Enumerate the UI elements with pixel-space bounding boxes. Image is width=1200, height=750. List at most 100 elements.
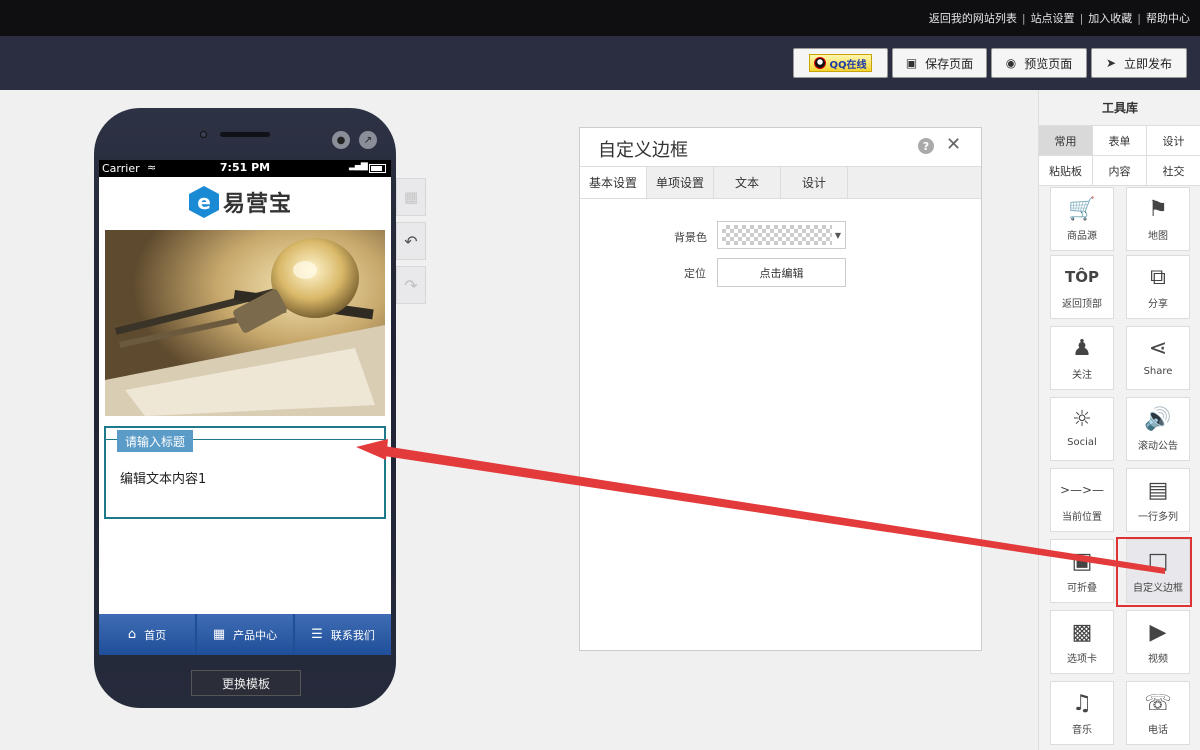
nav-contact-label: 联系我们: [330, 628, 375, 642]
preview-page-button[interactable]: ◉ 预览页面: [991, 48, 1087, 78]
tool-music[interactable]: ♫ 音乐: [1050, 681, 1114, 745]
widget-title[interactable]: 请输入标题: [117, 430, 194, 452]
position-label: 定位: [684, 267, 706, 280]
tool-share-box[interactable]: ⧉ 分享: [1126, 255, 1190, 319]
edit-position-button[interactable]: 点击编辑: [717, 258, 846, 287]
tool-scrolling-notice[interactable]: 🔊 滚动公告: [1126, 397, 1190, 461]
tool-label: Share: [1143, 366, 1173, 377]
signal-icon: ▂▄▆: [349, 161, 368, 171]
tool-label: 滚动公告: [1138, 441, 1178, 452]
annotation-highlight-box: [1116, 537, 1192, 607]
tool-collapsible[interactable]: ▣ 可折叠: [1050, 539, 1114, 603]
rss-icon: ☼: [1072, 406, 1092, 432]
top-links: 返回我的网站列表 | 站点设置 | 加入收藏 | 帮助中心: [929, 0, 1190, 36]
tab-design[interactable]: 设计: [781, 167, 848, 198]
tool-library-tabs: 常用 表单 设计 粘贴板 内容 社交: [1039, 126, 1200, 186]
background-color-label: 背景色: [674, 231, 707, 244]
list-icon: ☰: [311, 627, 323, 642]
site-logo[interactable]: e 易营宝: [189, 184, 292, 220]
tool-label: 当前位置: [1062, 512, 1102, 523]
top-icon: TÔP: [1065, 268, 1099, 286]
tool-video[interactable]: ▶ 视频: [1126, 610, 1190, 674]
preview-label: 预览页面: [1024, 56, 1073, 71]
tool-phone[interactable]: ☏ 电话: [1126, 681, 1190, 745]
chevron-down-icon: ▼: [834, 230, 841, 240]
video-icon: ▶: [1149, 619, 1167, 645]
phone-screen: Carrier ≈ 7:51 PM ▂▄▆ e 易营宝 请输入标题 编辑文本内容…: [99, 160, 391, 655]
tab-design-tools[interactable]: 设计: [1147, 126, 1200, 156]
save-page-button[interactable]: ▣ 保存页面: [892, 48, 987, 78]
tool-product-source[interactable]: 🛒 商品源: [1050, 187, 1114, 251]
tool-label: 关注: [1072, 370, 1092, 381]
close-icon[interactable]: ✕: [946, 134, 961, 155]
separator: |: [1079, 11, 1084, 25]
gallery-icon: ▦: [212, 627, 226, 642]
tool-back-to-top[interactable]: TÔP 返回顶部: [1050, 255, 1114, 319]
logo-text: 易营宝: [223, 192, 293, 217]
publish-button[interactable]: ➤ 立即发布: [1091, 48, 1187, 78]
add-favorite-link[interactable]: 加入收藏: [1088, 10, 1132, 26]
qq-online-button[interactable]: QQ在线: [793, 48, 888, 78]
nav-products[interactable]: ▦ 产品中心: [197, 614, 293, 655]
bottom-nav: ⌂ 首页 ▦ 产品中心 ☰ 联系我们: [99, 614, 391, 655]
status-bar: Carrier ≈ 7:51 PM ▂▄▆: [99, 160, 391, 177]
send-icon: ➤: [1105, 56, 1117, 70]
redo-icon[interactable]: ↷: [396, 266, 426, 304]
separator: |: [1021, 11, 1026, 25]
tool-label: 返回顶部: [1062, 299, 1102, 310]
banner-image[interactable]: [105, 230, 385, 416]
tool-share[interactable]: ⋖ Share: [1126, 326, 1190, 390]
tab-social[interactable]: 社交: [1147, 156, 1200, 186]
tool-label: 选项卡: [1067, 654, 1097, 665]
help-center-link[interactable]: 帮助中心: [1146, 10, 1190, 26]
background-color-picker[interactable]: ▼: [717, 221, 846, 249]
tab-item-settings[interactable]: 单项设置: [647, 167, 714, 198]
wechat-icon[interactable]: ●: [332, 131, 350, 149]
tool-label: Social: [1067, 437, 1097, 448]
tool-follow[interactable]: ♟ 关注: [1050, 326, 1114, 390]
tool-multi-column[interactable]: ▤ 一行多列: [1126, 468, 1190, 532]
battery-icon: [369, 164, 386, 173]
nav-products-label: 产品中心: [233, 628, 278, 642]
tab-basic-settings[interactable]: 基本设置: [580, 167, 647, 198]
eye-icon: ◉: [1005, 56, 1017, 70]
tool-tabs[interactable]: ▩ 选项卡: [1050, 610, 1114, 674]
tab-content[interactable]: 内容: [1093, 156, 1147, 186]
collapse-icon: ▣: [1071, 548, 1093, 574]
home-icon: ⌂: [127, 627, 137, 642]
publish-label: 立即发布: [1124, 56, 1173, 71]
site-settings-link[interactable]: 站点设置: [1031, 10, 1075, 26]
columns-icon: ▤: [1147, 477, 1169, 503]
tool-label: 一行多列: [1138, 512, 1178, 523]
user-plus-icon: ♟: [1072, 335, 1092, 361]
tool-label: 视频: [1148, 654, 1168, 665]
undo-icon[interactable]: ↶: [396, 222, 426, 260]
change-template-button[interactable]: 更换模板: [191, 670, 301, 696]
music-icon: ♫: [1072, 690, 1092, 716]
help-icon[interactable]: ?: [918, 138, 934, 154]
dialog-tabs: 基本设置 单项设置 文本 设计: [580, 166, 981, 199]
nav-home[interactable]: ⌂ 首页: [99, 614, 195, 655]
custom-border-widget[interactable]: 请输入标题 编辑文本内容1: [104, 426, 386, 519]
tool-social[interactable]: ☼ Social: [1050, 397, 1114, 461]
save-icon: ▣: [905, 56, 918, 70]
map-icon: ⚑: [1148, 196, 1168, 222]
widget-body-text[interactable]: 编辑文本内容1: [120, 468, 206, 487]
tab-common[interactable]: 常用: [1039, 126, 1093, 156]
action-bar: QQ在线 ▣ 保存页面 ◉ 预览页面 ➤ 立即发布: [0, 36, 1200, 90]
phone-preview: ● ↗ Carrier ≈ 7:51 PM ▂▄▆ e 易营宝 请输入标题 编辑…: [94, 108, 396, 708]
nav-contact[interactable]: ☰ 联系我们: [295, 614, 391, 655]
clock: 7:51 PM: [219, 161, 271, 174]
tool-label: 商品源: [1067, 231, 1097, 242]
tab-clipboard[interactable]: 粘贴板: [1039, 156, 1093, 186]
dialog-title: 自定义边框: [598, 140, 688, 161]
top-bar: 返回我的网站列表 | 站点设置 | 加入收藏 | 帮助中心: [0, 0, 1200, 36]
site-list-link[interactable]: 返回我的网站列表: [929, 10, 1017, 26]
tool-map[interactable]: ⚑ 地图: [1126, 187, 1190, 251]
stats-icon[interactable]: ↗: [359, 131, 377, 149]
tab-text[interactable]: 文本: [714, 167, 781, 198]
qr-code-icon[interactable]: ▦: [396, 178, 426, 216]
tool-current-location[interactable]: >—>— 当前位置: [1050, 468, 1114, 532]
tab-form[interactable]: 表单: [1093, 126, 1147, 156]
speaker-grille: [220, 132, 270, 137]
